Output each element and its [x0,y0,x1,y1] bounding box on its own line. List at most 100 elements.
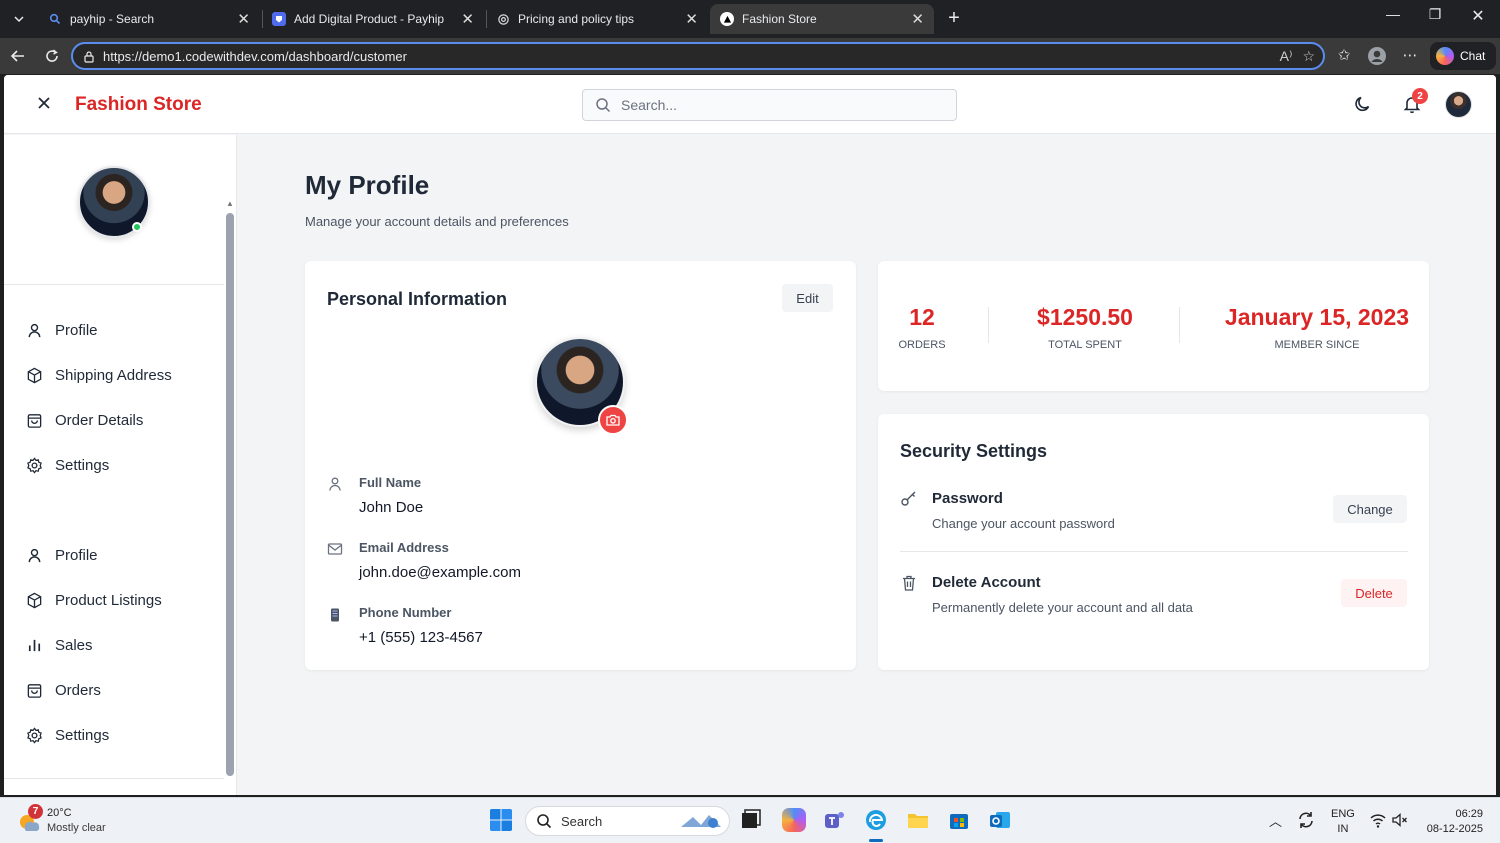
file-explorer-icon[interactable] [906,808,930,832]
orders-count: 12 [909,304,935,330]
tab-fashion-store[interactable]: Fashion Store ✕ [710,4,934,34]
sidebar-item-settings-2[interactable]: Settings [26,723,109,747]
sidebar-scrollbar-thumb[interactable] [226,213,234,776]
trash-icon [903,575,915,591]
shopping-bag-icon [27,683,42,698]
orders-label: ORDERS [898,339,946,351]
url-field[interactable]: https://demo1.codewithdev.com/dashboard/… [71,42,1325,70]
language-indicator[interactable]: ENG IN [1331,807,1355,837]
stats-card: 12 ORDERS $1250.50 TOTAL SPENT January 1… [878,261,1429,391]
search-input[interactable] [621,97,941,113]
system-clock[interactable]: 06:29 08-12-2025 [1423,807,1483,837]
bar-chart-icon [28,639,41,651]
password-desc: Change your account password [932,516,1115,531]
sidebar-item-label: Product Listings [55,591,162,609]
sidebar-item-orders[interactable]: Orders [26,678,101,702]
stat-divider [1179,307,1180,343]
camera-icon [606,414,620,426]
tab-pricing-policy[interactable]: Pricing and policy tips ✕ [486,4,708,34]
show-hidden-icons[interactable]: ︿ [1269,811,1282,830]
temperature: 20°C [47,807,72,819]
sync-icon[interactable] [1296,810,1316,830]
close-window-button[interactable]: ✕ [1463,6,1493,26]
search-box [582,89,957,121]
taskbar-search-label: Search [561,813,603,829]
sidebar-item-shipping-address[interactable]: Shipping Address [26,363,172,387]
notification-badge: 2 [1412,88,1428,104]
outlook-icon[interactable] [988,808,1012,832]
sidebar-item-label: Sales [55,636,93,654]
tab-payhip-search[interactable]: payhip - Search ✕ [38,4,260,34]
gear-icon [27,726,42,744]
windows-start-icon[interactable] [489,808,513,832]
taskbar-search[interactable]: Search [525,806,730,836]
more-menu-icon[interactable]: ⋯ [1399,46,1421,64]
openai-favicon-icon [496,12,510,26]
sidebar-item-profile[interactable]: Profile [26,318,98,342]
close-sidebar-icon[interactable] [34,93,54,113]
task-view-icon[interactable] [739,808,763,832]
sidebar-item-sales[interactable]: Sales [26,633,93,657]
search-icon [537,814,552,829]
favorite-star-icon[interactable]: ☆ [1302,48,1315,65]
tab-add-digital-product[interactable]: Add Digital Product - Payhip ✕ [262,4,484,34]
volume-muted-icon[interactable] [1391,811,1409,829]
sidebar-divider [4,778,224,779]
edit-button[interactable]: Edit [782,284,833,312]
clock-date: 08-12-2025 [1426,823,1483,835]
read-aloud-icon[interactable]: A⁾ [1280,48,1293,65]
phone-value: +1 (555) 123-4567 [359,629,483,646]
sidebar-item-order-details[interactable]: Order Details [26,408,143,432]
dark-mode-toggle-icon[interactable] [1353,94,1373,114]
brand-logo[interactable]: Fashion Store [75,94,202,116]
restore-button[interactable]: ❐ [1420,6,1450,23]
change-password-button[interactable]: Change [1333,495,1407,523]
sidebar-item-product-listings[interactable]: Product Listings [26,588,162,612]
close-tab-icon[interactable]: ✕ [911,10,924,28]
stat-divider [988,307,989,343]
wifi-icon[interactable] [1369,811,1387,829]
copilot-app-icon[interactable] [782,808,806,832]
full-name-value: John Doe [359,499,424,516]
shopping-bag-icon [27,413,42,428]
teams-icon[interactable] [823,808,847,832]
delete-account-button[interactable]: Delete [1341,579,1407,607]
password-title: Password [932,490,1003,507]
security-settings-card: Security Settings Password Change your a… [878,414,1429,670]
store-icon[interactable] [947,808,971,832]
favorites-icon[interactable]: ✩ [1333,46,1355,64]
minimize-button[interactable]: — [1378,6,1408,22]
clock-time: 06:29 [1455,808,1483,820]
close-tab-icon[interactable]: ✕ [685,10,698,28]
close-tab-icon[interactable]: ✕ [461,10,474,28]
back-button[interactable] [6,44,30,68]
new-tab-button[interactable]: + [942,7,966,30]
user-avatar[interactable] [1445,91,1472,118]
close-tab-icon[interactable]: ✕ [237,10,250,28]
sidebar-item-profile-2[interactable]: Profile [26,543,98,567]
user-icon [28,548,41,562]
security-divider [900,551,1408,552]
copilot-chat-button[interactable]: Chat [1430,42,1496,70]
edge-icon[interactable] [864,808,888,832]
personal-info-card: Personal Information Edit Full Name John… [305,261,856,670]
tab-actions-menu[interactable] [6,7,32,31]
scroll-up-arrow[interactable]: ▲ [226,199,234,208]
lock-icon [83,50,95,63]
refresh-button[interactable] [40,44,64,68]
chevron-down-icon [14,16,24,23]
sidebar-item-settings[interactable]: Settings [26,453,109,477]
bing-search-icon [48,12,62,26]
profile-icon[interactable] [1366,46,1388,70]
key-icon [901,491,916,506]
card-title: Personal Information [327,289,508,309]
package-icon [27,367,42,383]
windows-taskbar: 7 20°C Mostly clear Search ︿ ENG IN 06:2… [0,797,1500,843]
member-since-label: MEMBER SINCE [1274,339,1360,351]
sidebar-item-label: Settings [55,726,110,744]
change-photo-button[interactable] [598,405,628,435]
search-icon [596,98,611,113]
tab-title: payhip - Search [70,12,155,26]
email-value: john.doe@example.com [359,564,521,581]
chat-label: Chat [1460,49,1486,63]
